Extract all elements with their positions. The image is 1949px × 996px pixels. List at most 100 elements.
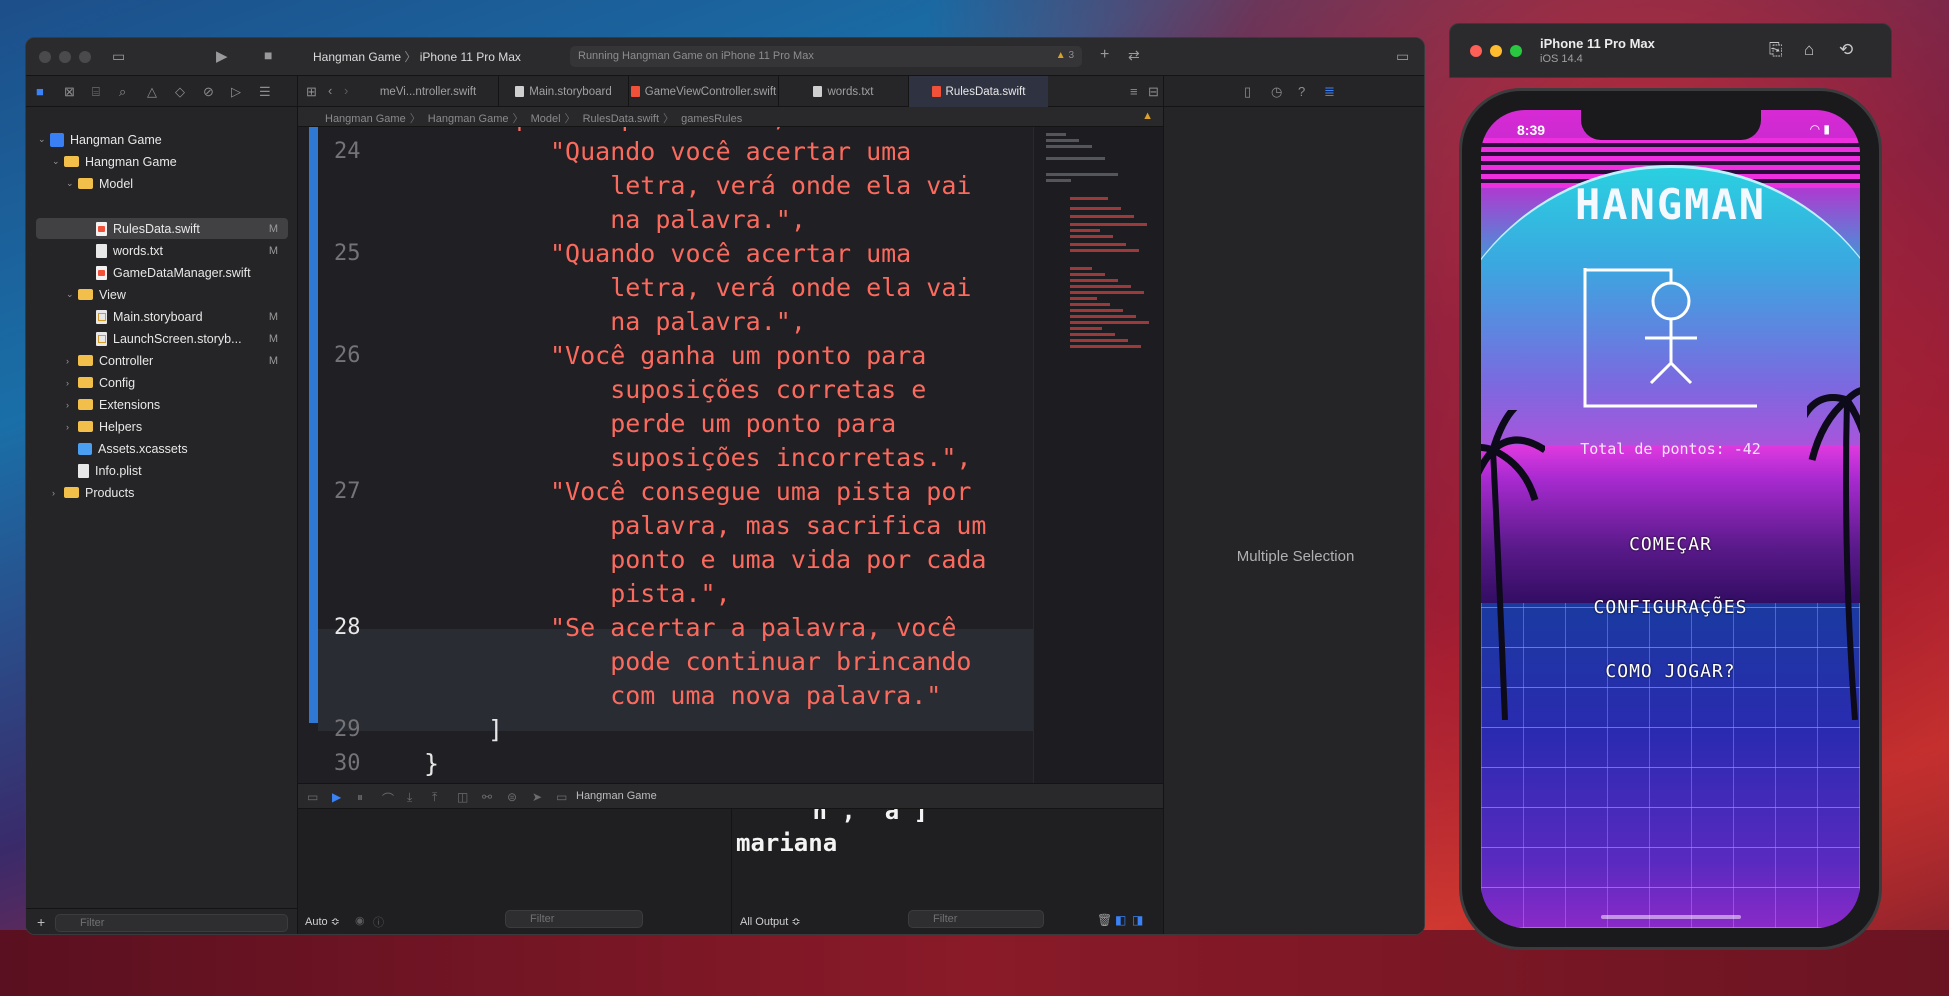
variables-view[interactable]: Auto ≎ ◉ ⓘ Filter	[298, 809, 732, 934]
rotate-icon[interactable]: ⟲	[1839, 40, 1853, 60]
chevron-down-icon[interactable]: ⌄	[66, 289, 78, 300]
minimap[interactable]	[1033, 127, 1163, 783]
tab-words[interactable]: words.txt	[778, 76, 908, 107]
tree-item-products[interactable]: › Products	[52, 482, 288, 503]
location-icon[interactable]: ➤	[532, 790, 542, 804]
tree-item-group[interactable]: ⌄ Hangman Game	[52, 151, 288, 172]
split-left-icon[interactable]: ◧	[1115, 913, 1126, 927]
related-items-icon[interactable]: ⊞	[306, 84, 317, 100]
find-icon[interactable]: ⌕	[119, 84, 126, 100]
chevron-down-icon[interactable]: ⌄	[66, 178, 78, 189]
chevron-right-icon[interactable]: ›	[66, 356, 78, 366]
editor-options-icon[interactable]: ≡	[1130, 84, 1138, 99]
warning-badge[interactable]: ▲ 3	[1056, 50, 1074, 61]
step-out-icon[interactable]: ⤒	[432, 790, 437, 805]
step-in-icon[interactable]: ⤓	[407, 790, 412, 805]
test-icon[interactable]: ◇	[175, 84, 185, 100]
tree-item-helpers[interactable]: › Helpers	[66, 416, 288, 437]
jumpbar-model[interactable]: Model	[531, 113, 561, 125]
tree-item-extensions[interactable]: › Extensions	[66, 394, 288, 415]
split-right-icon[interactable]: ◨	[1132, 913, 1143, 927]
tree-item-words[interactable]: words.txt M	[96, 240, 288, 261]
view-hierarchy-icon[interactable]: ◫	[457, 790, 468, 804]
code-review-icon[interactable]: ⇄	[1128, 47, 1140, 64]
jumpbar-symbol[interactable]: gamesRules	[681, 113, 742, 125]
help-icon[interactable]: ?	[1298, 84, 1305, 99]
auto-scope-selector[interactable]: Auto ≎	[305, 915, 340, 928]
run-icon[interactable]: ▶	[216, 47, 228, 65]
tab-gameviewcontroller-partial[interactable]: meVi...ntroller.swift	[358, 76, 498, 107]
inspector-toggle-icon[interactable]: ▭	[1396, 48, 1409, 65]
home-indicator[interactable]	[1601, 915, 1741, 919]
chevron-right-icon[interactable]: ›	[52, 488, 64, 498]
screenshot-icon[interactable]: ⎘	[1769, 40, 1783, 60]
tree-item-rulesdata[interactable]: RulesData.swift M	[96, 218, 288, 239]
tree-item-gamedatamanager[interactable]: GameDataManager.swift	[96, 262, 288, 283]
eye-icon[interactable]: ◉	[355, 914, 365, 927]
tree-item-infoplist[interactable]: Info.plist	[78, 460, 288, 481]
chevron-down-icon[interactable]: ⌄	[52, 156, 64, 167]
jumpbar-project[interactable]: Hangman Game	[325, 113, 406, 125]
scheme-selector[interactable]: Hangman Game 〉 iPhone 11 Pro Max	[313, 48, 521, 65]
pause-icon[interactable]: ⏸	[357, 790, 363, 805]
navigator-filter-input[interactable]: Filter	[55, 914, 288, 932]
tree-item-project[interactable]: ⌄ Hangman Game	[38, 129, 288, 150]
history-inspector-icon[interactable]: ◷	[1271, 84, 1282, 100]
tab-main-storyboard[interactable]: Main.storyboard	[498, 76, 628, 107]
source-control-icon[interactable]: ⊠	[64, 84, 75, 100]
warning-icon[interactable]: ▲	[1142, 110, 1153, 122]
tree-item-assets[interactable]: Assets.xcassets	[78, 438, 288, 459]
variables-filter-input[interactable]: Filter	[505, 910, 643, 928]
split-editor-icon[interactable]: ⊟	[1148, 84, 1159, 100]
folder-icon[interactable]: ■	[36, 84, 44, 99]
settings-button[interactable]: CONFIGURAÇÕES	[1481, 597, 1860, 618]
add-icon[interactable]: +	[1100, 46, 1109, 64]
close-window-button[interactable]	[1470, 45, 1482, 57]
jumpbar-group[interactable]: Hangman Game	[428, 113, 509, 125]
console-view[interactable]: "n", "a"] mariana All Output ≎ Filter 🗑 …	[732, 809, 1163, 934]
tree-item-model[interactable]: ⌄ Model	[66, 173, 288, 194]
source-editor[interactable]: pontos possível.", 24 "Quando você acertar…	[298, 127, 1033, 783]
zoom-window-button[interactable]	[79, 51, 91, 63]
close-window-button[interactable]	[39, 51, 51, 63]
report-icon[interactable]: ☰	[259, 84, 271, 100]
hide-debug-area-icon[interactable]: ▭	[307, 790, 318, 804]
environment-icon[interactable]: ⊜	[507, 790, 517, 804]
minimize-window-button[interactable]	[1490, 45, 1502, 57]
breakpoints-toggle-icon[interactable]: ▶	[332, 790, 341, 804]
attributes-inspector-icon[interactable]: ≣	[1324, 84, 1335, 100]
chevron-right-icon[interactable]: ›	[66, 378, 78, 388]
symbol-icon[interactable]: ⌸	[92, 84, 100, 100]
tree-item-main-storyboard[interactable]: Main.storyboard M	[96, 306, 288, 327]
how-to-play-button[interactable]: COMO JOGAR?	[1481, 661, 1860, 682]
tab-gameviewcontroller[interactable]: GameViewController.swift	[628, 76, 778, 107]
issue-icon[interactable]: △	[147, 84, 157, 100]
trash-icon[interactable]: 🗑	[1097, 913, 1112, 927]
simulator-screen[interactable]: 8:39 ◠ ▮ HANGMAN Total de pontos: -42 CO…	[1481, 110, 1860, 928]
jumpbar-file[interactable]: RulesData.swift	[583, 113, 659, 125]
debug-icon[interactable]: ⊘	[203, 84, 214, 100]
forward-icon[interactable]: ›	[344, 83, 348, 98]
tree-item-controller[interactable]: › Controller M	[66, 350, 288, 371]
memory-graph-icon[interactable]: ⚯	[482, 790, 492, 804]
back-icon[interactable]: ‹	[328, 83, 332, 98]
stop-icon[interactable]: ■	[264, 47, 272, 63]
zoom-window-button[interactable]	[1510, 45, 1522, 57]
output-selector[interactable]: All Output ≎	[740, 915, 801, 928]
home-icon[interactable]: ⌂	[1804, 40, 1814, 60]
step-over-icon[interactable]: ⌒	[382, 790, 394, 807]
chevron-right-icon[interactable]: ›	[66, 422, 78, 432]
info-icon[interactable]: ⓘ	[373, 914, 384, 930]
minimize-window-button[interactable]	[59, 51, 71, 63]
tree-item-config[interactable]: › Config	[66, 372, 288, 393]
add-file-icon[interactable]: +	[37, 914, 45, 930]
tree-item-view[interactable]: ⌄ View	[66, 284, 288, 305]
console-filter-input[interactable]: Filter	[908, 910, 1044, 928]
chevron-right-icon[interactable]: ›	[66, 400, 78, 410]
start-button[interactable]: COMEÇAR	[1481, 534, 1860, 555]
breakpoint-icon[interactable]: ▷	[231, 84, 241, 100]
file-inspector-icon[interactable]: ▯	[1244, 84, 1251, 100]
tab-rulesdata[interactable]: RulesData.swift	[908, 76, 1048, 107]
chevron-down-icon[interactable]: ⌄	[38, 134, 50, 145]
tree-item-launchscreen[interactable]: LaunchScreen.storyb... M	[96, 328, 288, 349]
